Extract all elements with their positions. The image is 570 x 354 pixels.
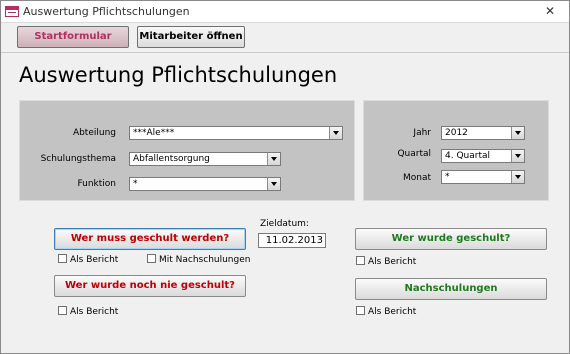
page-title: Auswertung Pflichtschulungen: [19, 63, 338, 87]
chevron-down-icon[interactable]: [511, 150, 524, 162]
close-icon[interactable]: ✕: [545, 4, 555, 18]
window: Auswertung Pflichtschulungen ✕ Startform…: [0, 0, 570, 354]
als-bericht-label: Als Bericht: [368, 257, 417, 267]
checkbox-box[interactable]: [147, 254, 156, 263]
als-bericht-checkbox-4[interactable]: Als Bericht: [356, 306, 416, 317]
chevron-down-icon[interactable]: [267, 153, 280, 165]
window-title: Auswertung Pflichtschulungen: [23, 5, 190, 18]
funktion-combobox[interactable]: *: [129, 177, 281, 191]
title-bar: Auswertung Pflichtschulungen ✕: [1, 1, 569, 23]
toolbar: Startformular Mitarbeiter öffnen: [1, 23, 569, 53]
mit-nachschulungen-checkbox[interactable]: Mit Nachschulungen: [147, 254, 250, 265]
jahr-label: Jahr: [413, 128, 431, 138]
wer-wurde-geschult-button[interactable]: Wer wurde geschult?: [355, 228, 547, 250]
quartal-label: Quartal: [397, 149, 431, 159]
jahr-combobox[interactable]: 2012: [441, 126, 525, 140]
funktion-value: *: [133, 179, 138, 189]
abteilung-combobox[interactable]: ***Ale***: [129, 126, 343, 140]
quartal-value: 4. Quartal: [445, 151, 490, 161]
filter-panel: Abteilung ***Ale*** Schulungsthema Abfal…: [19, 100, 355, 201]
als-bericht-label: Als Bericht: [70, 307, 119, 317]
checkbox-box[interactable]: [356, 306, 365, 315]
quartal-combobox[interactable]: 4. Quartal: [441, 149, 525, 163]
wer-muss-geschult-werden-button[interactable]: Wer muss geschult werden?: [54, 228, 246, 250]
zieldatum-input[interactable]: 11.02.2013: [258, 233, 326, 248]
nachschulungen-button[interactable]: Nachschulungen: [355, 278, 547, 300]
als-bericht-label: Als Bericht: [70, 255, 119, 265]
schulungsthema-label: Schulungsthema: [40, 154, 116, 164]
checkbox-box[interactable]: [356, 256, 365, 265]
chevron-down-icon[interactable]: [511, 171, 524, 183]
abteilung-label: Abteilung: [72, 128, 116, 138]
als-bericht-checkbox-2[interactable]: Als Bericht: [58, 306, 118, 317]
mitarbeiter-oeffnen-button[interactable]: Mitarbeiter öffnen: [137, 26, 245, 48]
startformular-button[interactable]: Startformular: [17, 26, 129, 48]
monat-label: Monat: [402, 173, 431, 183]
mit-nachschulungen-label: Mit Nachschulungen: [159, 255, 251, 265]
jahr-value: 2012: [445, 128, 468, 138]
schulungsthema-value: Abfallentsorgung: [133, 154, 210, 164]
als-bericht-checkbox-3[interactable]: Als Bericht: [356, 256, 416, 267]
funktion-label: Funktion: [77, 179, 116, 189]
checkbox-box[interactable]: [58, 306, 67, 315]
chevron-down-icon[interactable]: [511, 127, 524, 139]
checkbox-box[interactable]: [58, 254, 67, 263]
als-bericht-checkbox-1[interactable]: Als Bericht: [58, 254, 118, 265]
abteilung-value: ***Ale***: [133, 128, 175, 138]
chevron-down-icon[interactable]: [267, 178, 280, 190]
schulungsthema-combobox[interactable]: Abfallentsorgung: [129, 152, 281, 166]
monat-value: *: [445, 172, 450, 182]
wer-wurde-noch-nie-geschult-button[interactable]: Wer wurde noch nie geschult?: [54, 275, 246, 297]
monat-combobox[interactable]: *: [441, 170, 525, 184]
form-icon: [5, 6, 19, 17]
als-bericht-label: Als Bericht: [368, 307, 417, 317]
chevron-down-icon[interactable]: [329, 127, 342, 139]
zieldatum-label: Zieldatum:: [260, 219, 309, 229]
period-panel: Jahr 2012 Quartal 4. Quartal Monat *: [363, 100, 549, 201]
